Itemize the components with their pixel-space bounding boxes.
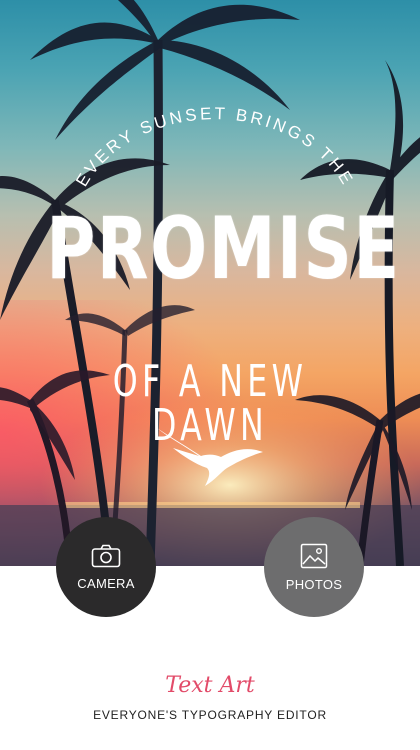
image-icon	[300, 543, 328, 568]
camera-label: CAMERA	[77, 575, 135, 591]
photos-label: PHOTOS	[285, 576, 343, 592]
camera-icon	[91, 544, 121, 567]
app-tagline: EVERYONE'S TYPOGRAPHY EDITOR	[93, 708, 327, 722]
quote-line-2: PROMISE	[46, 199, 401, 299]
quote-line-1: EVERY SUNSET BRINGS THE	[72, 104, 358, 190]
bird-icon	[157, 428, 263, 486]
photos-button[interactable]: PHOTOS	[264, 517, 364, 617]
app-logo: Text Art	[165, 673, 255, 698]
hero-photo: EVERY SUNSET BRINGS THE PROMISE OF A NEW…	[0, 0, 420, 566]
camera-button[interactable]: CAMERA	[56, 517, 156, 617]
